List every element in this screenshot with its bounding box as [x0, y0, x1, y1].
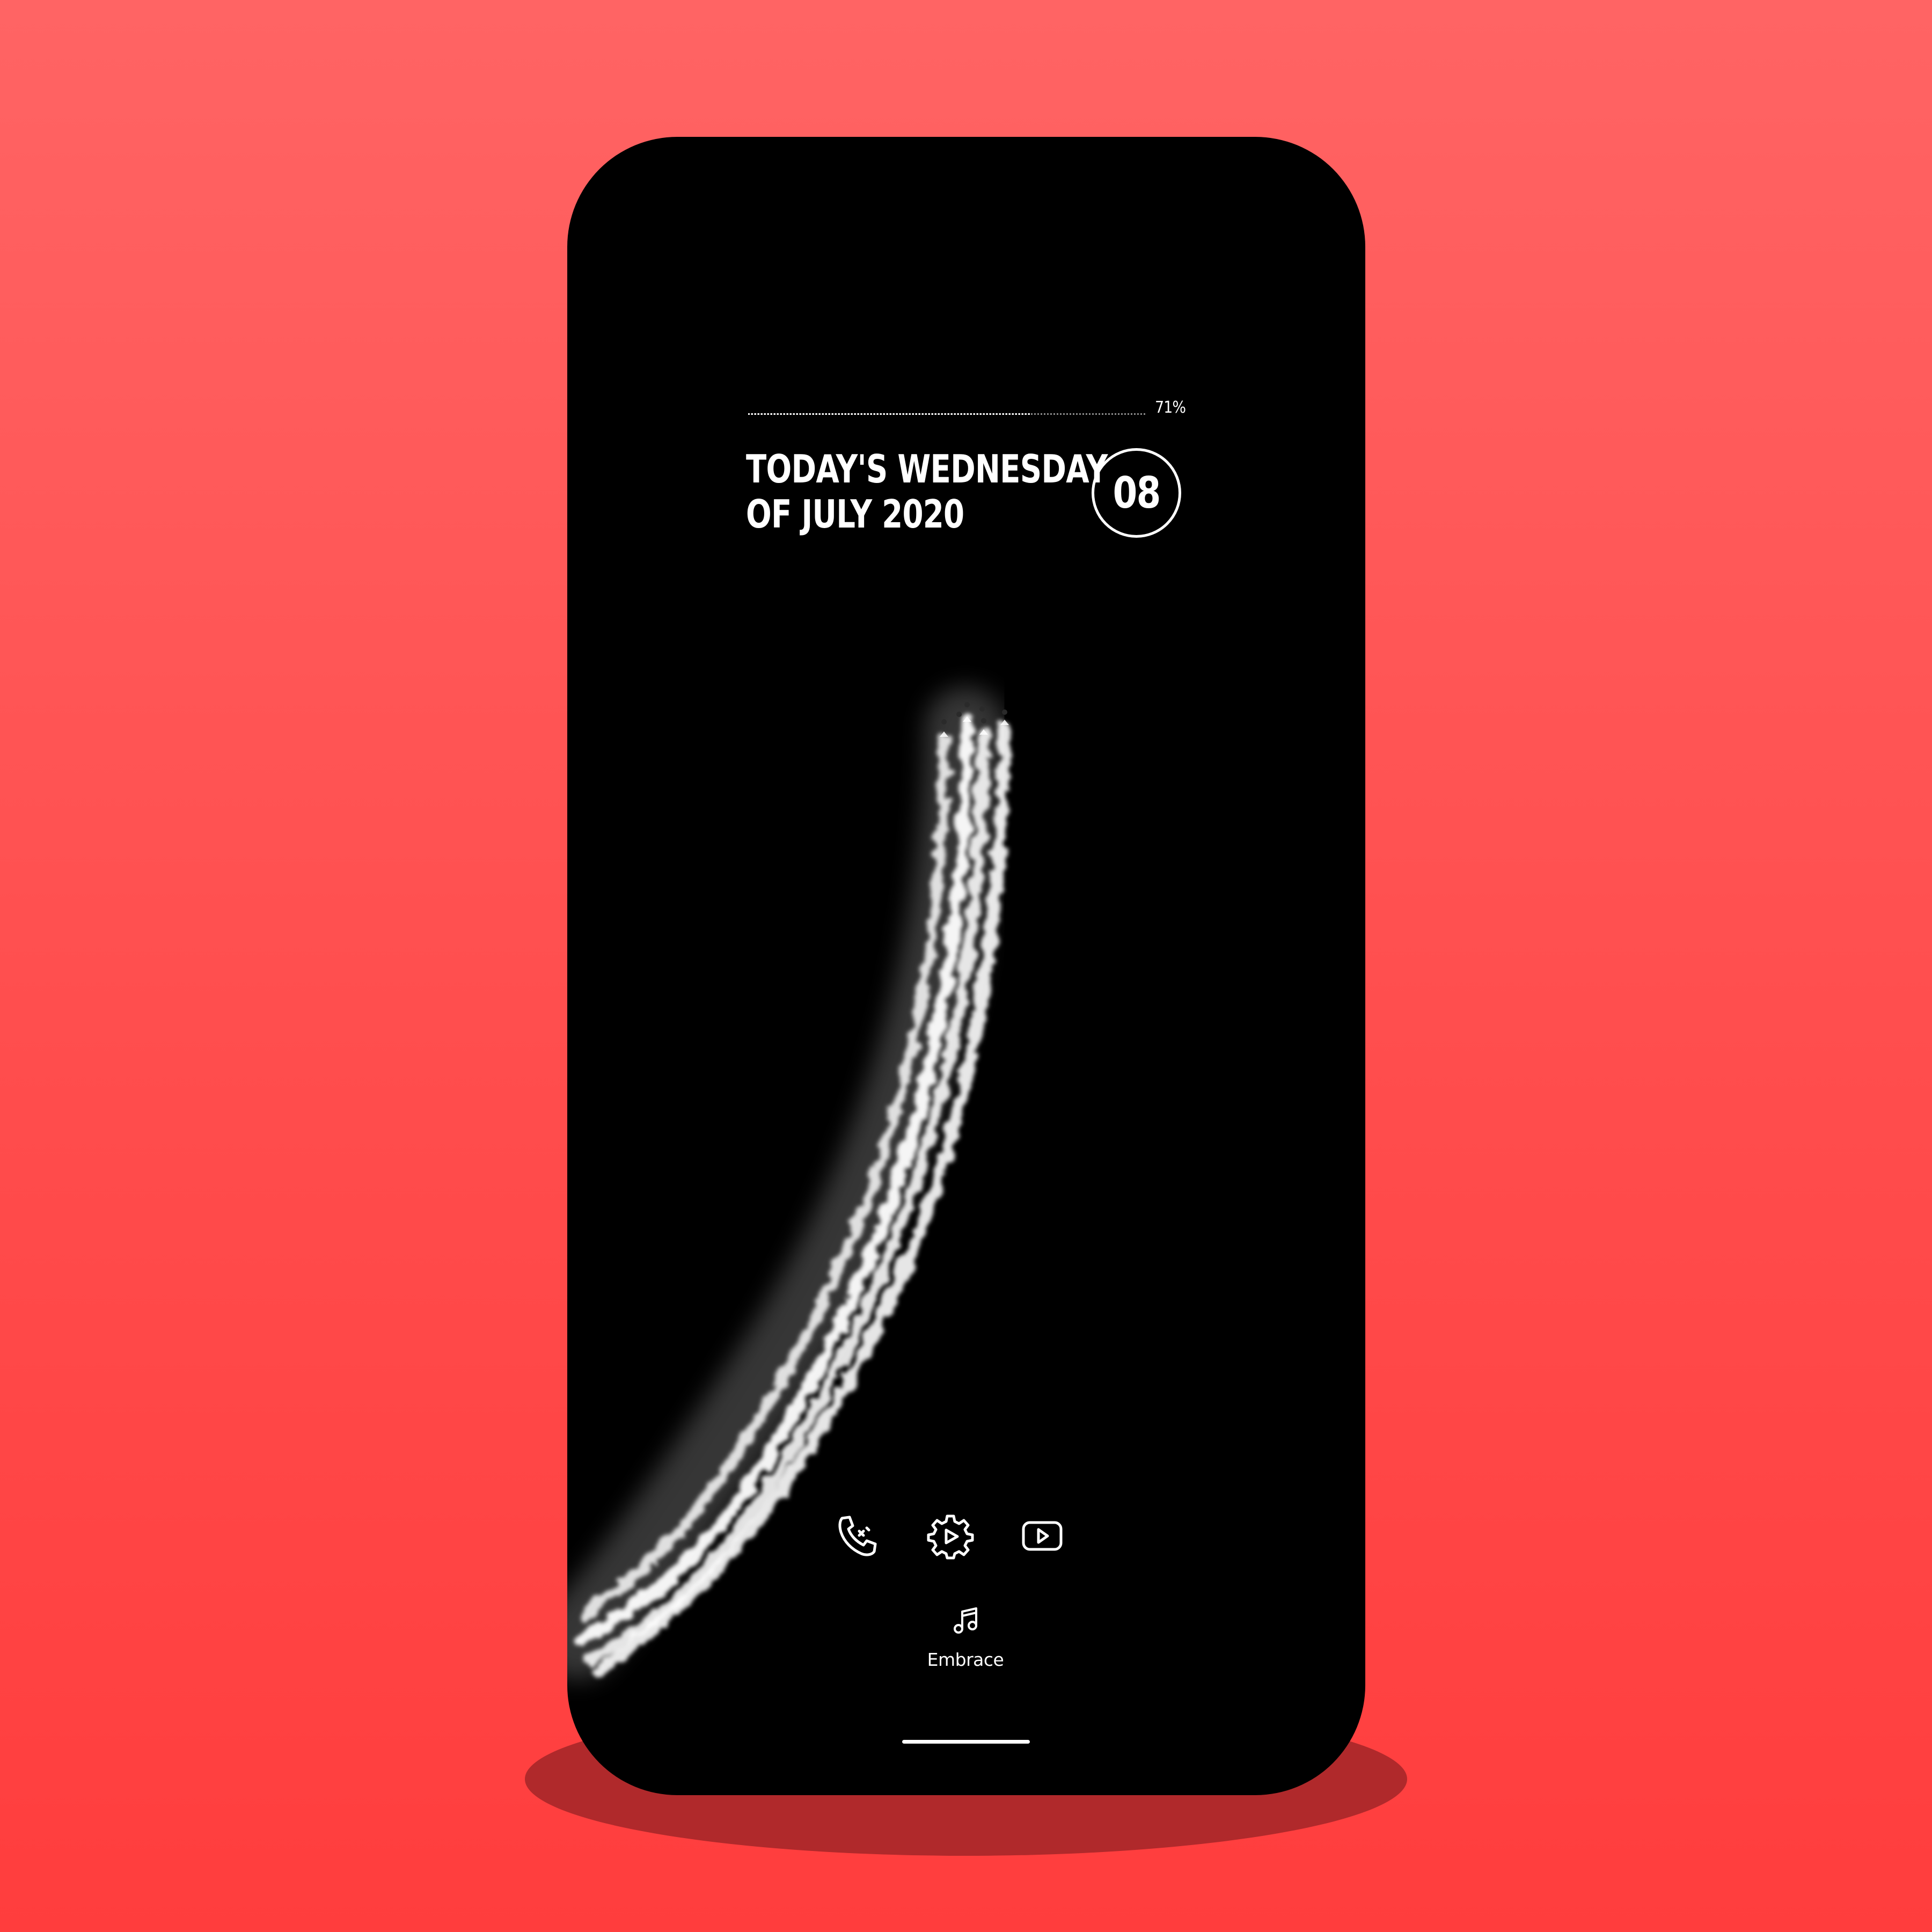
battery-progress-bar	[748, 409, 1172, 419]
youtube-icon[interactable]	[1018, 1512, 1066, 1560]
day-number-circle: 08	[1092, 448, 1181, 538]
day-number: 08	[1113, 468, 1161, 518]
music-track-title[interactable]: Embrace	[885, 1649, 1046, 1670]
home-indicator[interactable]	[902, 1740, 1030, 1744]
date-line-month-year: OF JULY 2020	[746, 492, 964, 537]
date-line-weekday: TODAY'S WEDNESDAY	[746, 447, 1108, 492]
phone-frame: 71% TODAY'S WEDNESDAY OF JULY 2020 08 Em…	[567, 137, 1365, 1795]
music-note-icon[interactable]	[949, 1604, 982, 1637]
settings-icon[interactable]	[926, 1512, 975, 1560]
battery-percent: 71%	[1155, 398, 1186, 417]
phone-icon[interactable]	[835, 1512, 883, 1560]
battery-fill	[748, 413, 1030, 415]
